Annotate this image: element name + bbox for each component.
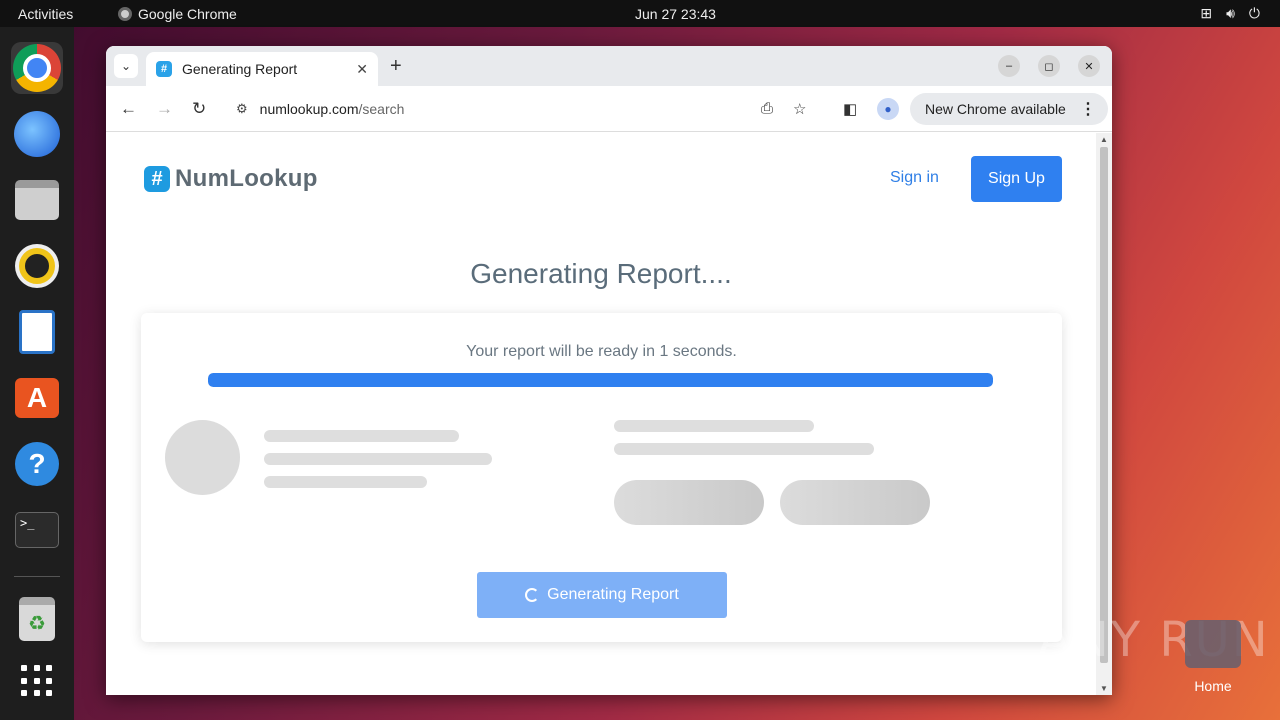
files-icon (15, 180, 59, 220)
logo-hash-icon: # (144, 166, 170, 192)
page-scrollbar[interactable]: ▲ ▼ (1096, 133, 1112, 695)
side-panel-icon[interactable]: ◧ (843, 100, 857, 118)
skeleton-line (264, 453, 492, 465)
dock: A ? >_ ♻ (0, 27, 74, 720)
reload-icon[interactable]: ↻ (192, 99, 206, 119)
dock-rhythmbox[interactable] (11, 240, 63, 292)
scroll-down-icon[interactable]: ▼ (1100, 684, 1108, 693)
browser-window: ⌄ # Generating Report ✕ + – ◻ ✕ ← → ↻ ⚙ … (106, 46, 1112, 695)
terminal-icon: >_ (15, 512, 59, 548)
numlookup-favicon-icon: # (156, 61, 172, 77)
bookmark-star-icon[interactable]: ☆ (793, 100, 806, 118)
generating-report-button[interactable]: Generating Report (477, 572, 727, 618)
dock-trash[interactable]: ♻ (11, 593, 63, 645)
tab-bar: ⌄ # Generating Report ✕ + – ◻ ✕ (106, 46, 1112, 86)
close-window-button[interactable]: ✕ (1078, 55, 1100, 77)
app-center-icon: A (15, 378, 59, 418)
url-path: /search (358, 101, 405, 117)
tab-generating-report[interactable]: # Generating Report ✕ (146, 52, 378, 86)
volume-icon[interactable]: 🔊︎ (1226, 5, 1235, 22)
skeleton-line (264, 476, 427, 488)
skeleton-line (614, 420, 814, 432)
chrome-icon (13, 44, 61, 92)
skeleton-pill (780, 480, 930, 525)
forward-icon[interactable]: → (156, 99, 173, 119)
tab-title: Generating Report (182, 61, 298, 77)
trash-icon: ♻ (19, 597, 55, 641)
numlookup-logo[interactable]: # NumLookup (144, 165, 318, 193)
dock-separator (14, 576, 60, 577)
power-icon[interactable]: ⏻ (1249, 5, 1260, 22)
dock-chrome[interactable] (11, 42, 63, 94)
profile-icon[interactable]: ● (877, 98, 899, 120)
sign-up-button[interactable]: Sign Up (971, 156, 1062, 202)
home-folder-icon[interactable] (1185, 620, 1241, 668)
show-apps-icon (21, 665, 53, 697)
site-info-icon[interactable]: ⚙ (236, 101, 248, 117)
dock-help[interactable]: ? (11, 438, 63, 490)
dock-show-apps[interactable] (11, 655, 63, 707)
skeleton-line (264, 430, 459, 442)
clock[interactable]: Jun 27 23:43 (635, 6, 716, 22)
page-content: # NumLookup Sign in Sign Up Generating R… (106, 133, 1096, 695)
update-chrome-button[interactable]: New Chrome available ⋮ (910, 93, 1108, 125)
new-tab-button[interactable]: + (390, 55, 402, 78)
skeleton-pill (614, 480, 764, 525)
scroll-up-icon[interactable]: ▲ (1100, 135, 1108, 144)
dock-writer[interactable] (11, 306, 63, 358)
close-tab-icon[interactable]: ✕ (356, 61, 368, 78)
system-tray[interactable]: ⊞ 🔊︎ ⏻ (1200, 5, 1260, 22)
scroll-thumb[interactable] (1100, 147, 1108, 663)
dock-terminal[interactable]: >_ (11, 504, 63, 556)
dock-app-center[interactable]: A (11, 372, 63, 424)
dock-thunderbird[interactable] (11, 108, 63, 160)
back-icon[interactable]: ← (120, 99, 137, 119)
generating-button-label: Generating Report (547, 586, 679, 603)
writer-icon (19, 310, 55, 354)
url-domain: numlookup.com (259, 101, 359, 117)
skeleton-avatar (165, 420, 240, 495)
maximize-button[interactable]: ◻ (1038, 55, 1060, 77)
logo-text: NumLookup (175, 165, 318, 192)
browser-toolbar: ← → ↻ ⚙ numlookup.com/search ⎙ ☆ ◧ ● New… (106, 86, 1112, 132)
app-name: Google Chrome (138, 6, 237, 22)
chrome-small-icon (118, 7, 132, 21)
minimize-button[interactable]: – (998, 55, 1020, 77)
progress-bar (208, 373, 993, 387)
home-folder-label[interactable]: Home (1186, 678, 1240, 694)
dock-files[interactable] (11, 174, 63, 226)
sign-in-link[interactable]: Sign in (890, 169, 939, 187)
install-app-icon[interactable]: ⎙ (761, 100, 773, 117)
address-bar[interactable]: ⚙ numlookup.com/search (226, 93, 826, 125)
skeleton-line (614, 443, 874, 455)
rhythmbox-icon (19, 248, 55, 284)
spinner-icon (525, 588, 540, 602)
tab-search-button[interactable]: ⌄ (114, 54, 138, 78)
ready-message: Your report will be ready in 1 seconds. (466, 343, 737, 360)
top-bar: Activities Google Chrome Jun 27 23:43 ⊞ … (0, 0, 1280, 27)
report-card: Your report will be ready in 1 seconds. … (141, 313, 1062, 642)
page-heading: Generating Report.... (470, 258, 732, 289)
update-label: New Chrome available (925, 101, 1066, 117)
progress-fill (208, 373, 993, 387)
thunderbird-icon (14, 111, 60, 157)
activities-button[interactable]: Activities (18, 6, 73, 22)
network-icon[interactable]: ⊞ (1200, 5, 1212, 22)
menu-dots-icon[interactable]: ⋮ (1080, 99, 1096, 119)
app-menu[interactable]: Google Chrome (118, 6, 237, 22)
help-icon: ? (15, 442, 59, 486)
